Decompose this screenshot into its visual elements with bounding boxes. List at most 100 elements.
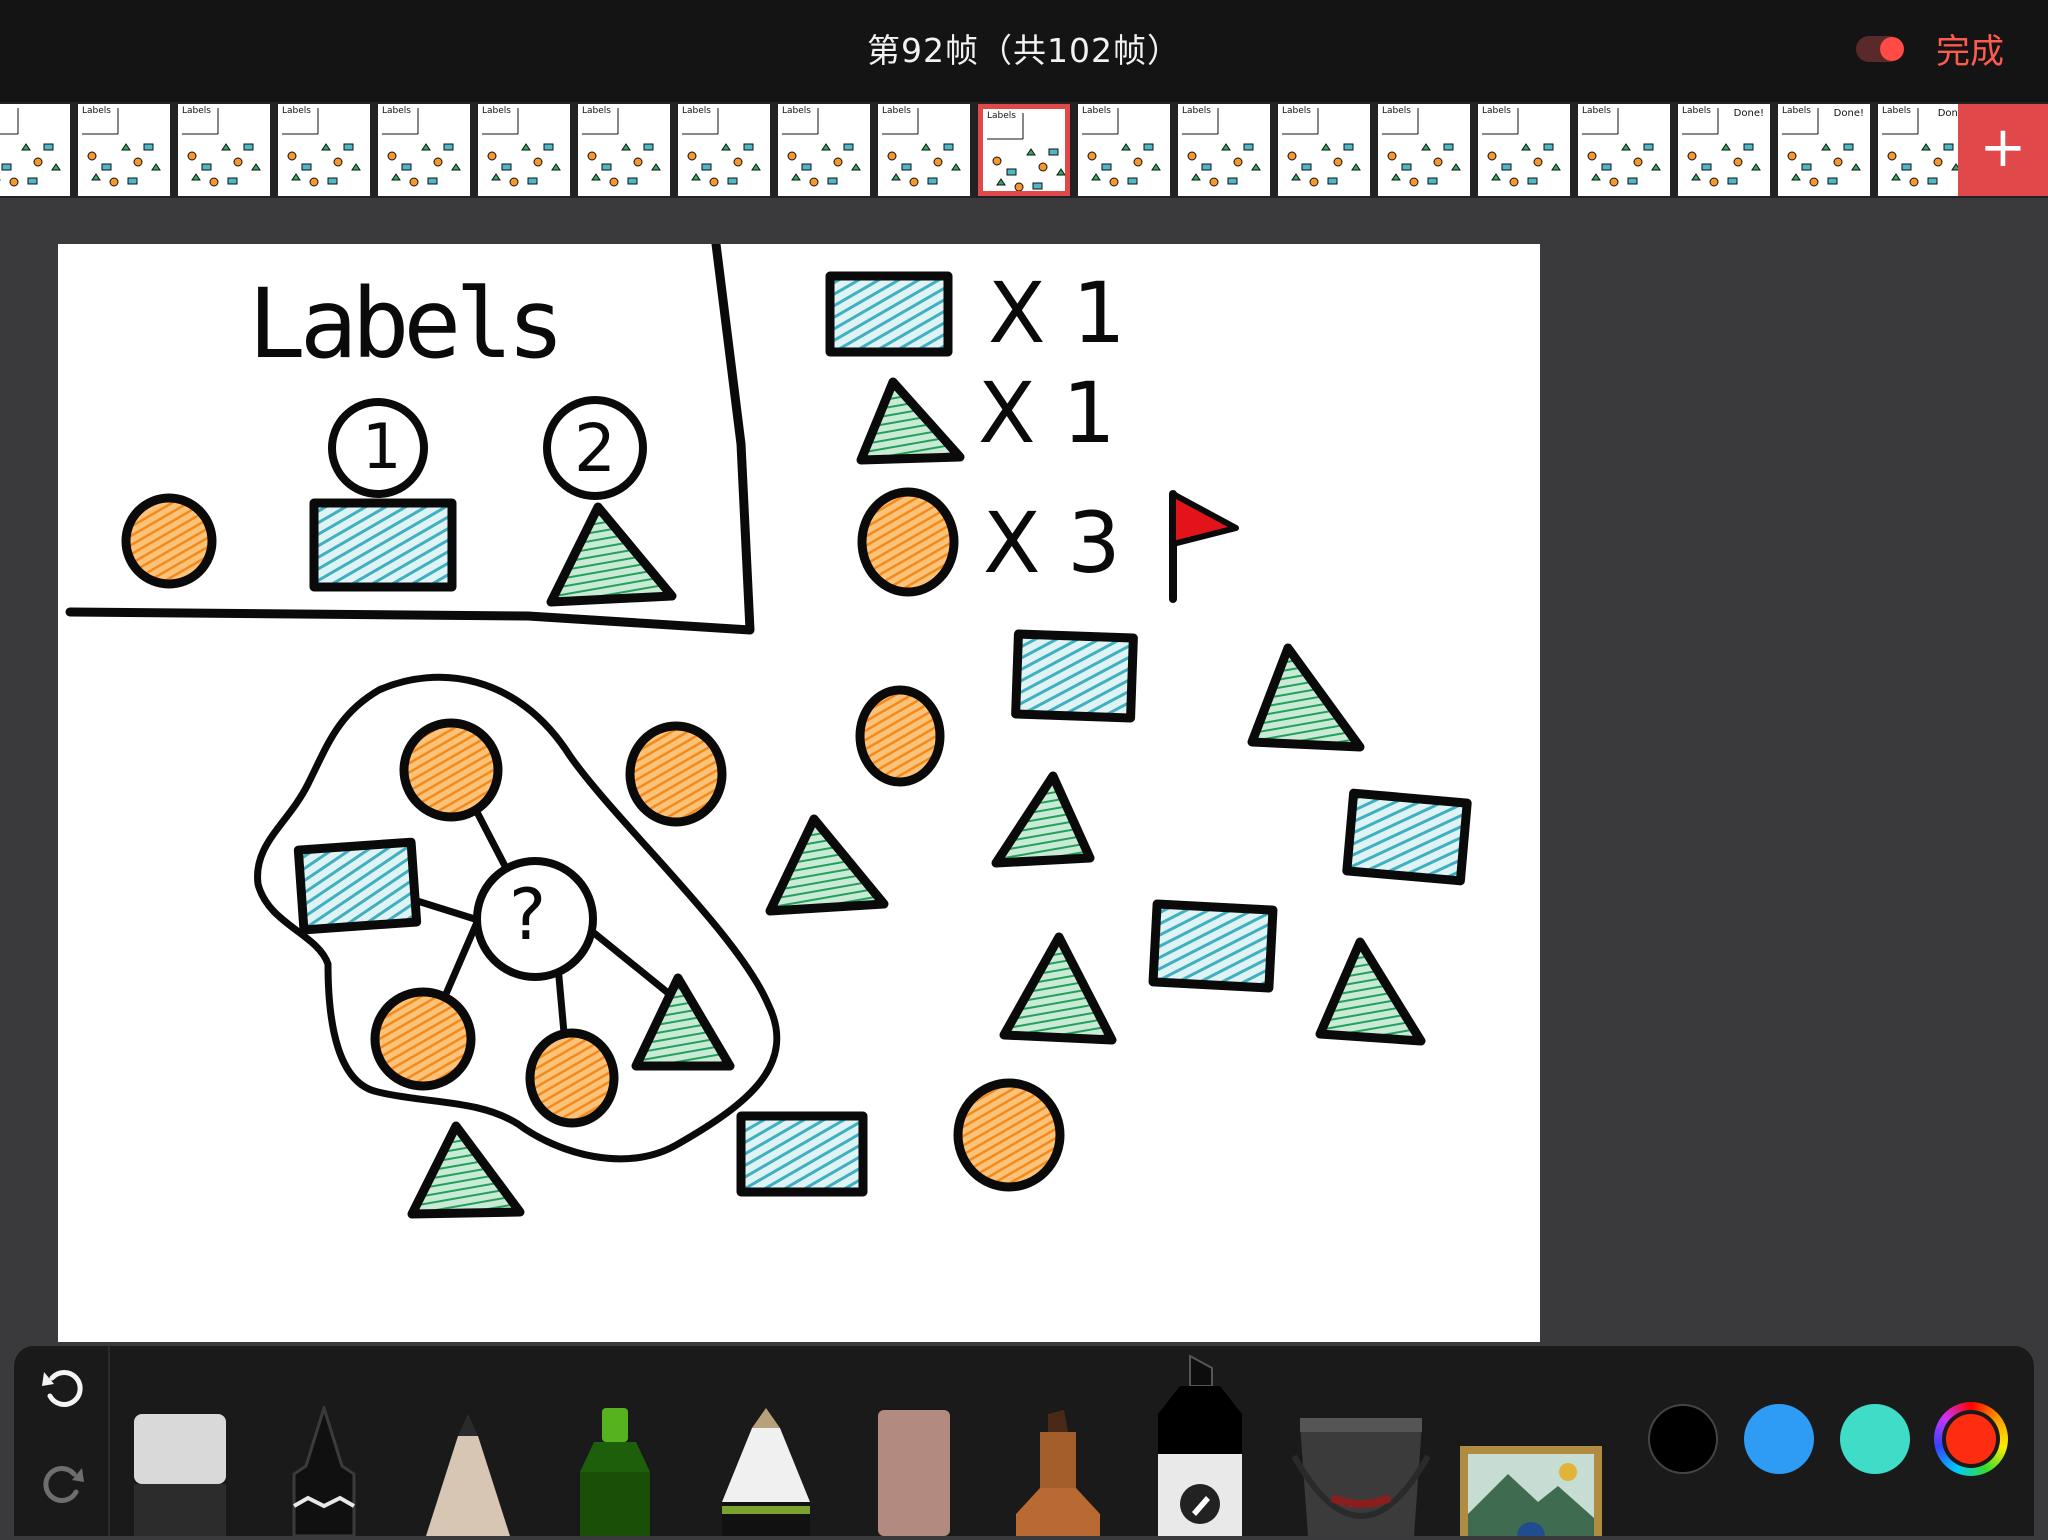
smudge-tool[interactable]: [1010, 1406, 1106, 1536]
toggle-knob: [1880, 37, 1904, 61]
ink-tool[interactable]: [1146, 1354, 1254, 1536]
pencil-icon: [426, 1414, 510, 1536]
crayon-tool[interactable]: [718, 1406, 814, 1536]
thumbnail-label: Labels: [782, 106, 811, 116]
undo-icon: [42, 1369, 83, 1407]
toolbar-divider: [108, 1346, 110, 1536]
thumbnail-preview: [482, 108, 561, 187]
thumbnail-preview: [1082, 108, 1161, 187]
color-swatch-black[interactable]: [1648, 1404, 1718, 1474]
image-icon: [1460, 1446, 1602, 1540]
thumbnail-preview: [82, 108, 161, 187]
thumbnail-label: Labels: [1582, 106, 1611, 116]
marker-tool[interactable]: [570, 1406, 660, 1536]
pen-tool[interactable]: [280, 1402, 368, 1538]
ink-icon: [1158, 1354, 1242, 1536]
label-one: 1: [362, 410, 402, 483]
count-rectangle: X 1: [988, 264, 1126, 362]
top-bar: 第92帧（共102帧） 完成: [0, 0, 2048, 102]
thumbnail-label: Labels: [1282, 106, 1311, 116]
thumbnail-label: Labels: [282, 106, 311, 116]
thumbnail-preview: [1382, 108, 1461, 187]
thumbnail-preview: [882, 108, 961, 187]
thumbnail-label: Labels: [1482, 106, 1511, 116]
thumbnail-label: Labels: [682, 106, 711, 116]
drawing-toolbar: [14, 1346, 2034, 1540]
thumbnail-label: Labels: [987, 111, 1016, 121]
brush-tool[interactable]: [876, 1408, 952, 1536]
onion-skin-toggle[interactable]: [1856, 36, 1904, 62]
frame-thumbnail[interactable]: Labels: [478, 104, 570, 196]
frame-thumbnail[interactable]: Labels: [878, 104, 970, 196]
count-circle: X 3: [983, 494, 1121, 592]
frame-thumbnail[interactable]: Labels: [378, 104, 470, 196]
frame-thumbnail[interactable]: Labels: [1178, 104, 1270, 196]
frame-thumbnail[interactable]: Labels: [1578, 104, 1670, 196]
frame-thumbnail[interactable]: Labels: [578, 104, 670, 196]
frame-thumbnail[interactable]: Labels Done: [1878, 104, 1970, 196]
bucket-icon: [1291, 1418, 1431, 1536]
brush-icon: [878, 1410, 950, 1536]
crayon-icon: [722, 1408, 810, 1536]
unknown-node-label: ?: [509, 874, 547, 956]
count-triangle: X 1: [978, 364, 1116, 462]
thumbnail-preview: [382, 108, 461, 187]
frame-thumbnail[interactable]: Labels: [1378, 104, 1470, 196]
thumbnail-label: Labels: [1882, 106, 1911, 116]
thumbnail-label: Labels: [582, 106, 611, 116]
thumbnail-preview: [987, 113, 1065, 191]
frame-filmstrip[interactable]: Labels Labels Labels Labels Labels Labels Labe…: [0, 102, 2048, 198]
thumbnail-label: Labels: [82, 106, 111, 116]
thumbnail-label: Labels: [1182, 106, 1211, 116]
image-tool[interactable]: [1458, 1444, 1604, 1540]
thumbnail-preview: [0, 108, 61, 187]
frame-thumbnail[interactable]: Labels: [778, 104, 870, 196]
frame-counter-title: 第92帧（共102帧）: [867, 31, 1181, 70]
fill-tool[interactable]: [1286, 1416, 1436, 1536]
redo-button[interactable]: [38, 1460, 88, 1510]
frame-thumbnail[interactable]: Labels: [78, 104, 170, 196]
done-button[interactable]: 完成: [1936, 24, 2004, 73]
thumbnail-label: Labels: [382, 106, 411, 116]
thumbnail-preview: [282, 108, 361, 187]
frame-thumbnail[interactable]: Labels: [1478, 104, 1570, 196]
add-frame-button[interactable]: +: [1958, 104, 2048, 196]
drawing-strokes: [65, 244, 1472, 1219]
thumbnail-preview: [782, 108, 861, 187]
eraser-icon: [134, 1414, 226, 1536]
smudge-icon: [1016, 1410, 1100, 1536]
thumbnail-preview: [1482, 108, 1561, 187]
color-swatch-blue[interactable]: [1744, 1404, 1814, 1474]
thumbnail-preview: [1582, 108, 1661, 187]
frame-thumbnail[interactable]: Labels Done!: [1678, 104, 1770, 196]
frame-thumbnail[interactable]: Labels: [678, 104, 770, 196]
thumbnail-label: Labels: [482, 106, 511, 116]
thumbnail-label: Labels: [1682, 106, 1711, 116]
color-picker-button[interactable]: [1934, 1402, 2008, 1476]
pencil-tool[interactable]: [422, 1412, 514, 1536]
label-two: 2: [574, 410, 616, 487]
color-swatch-teal[interactable]: [1840, 1404, 1910, 1474]
thumbnail-label: Labels: [882, 106, 911, 116]
eraser-tool[interactable]: [132, 1412, 228, 1536]
thumbnail-overlay-text: Done!: [1733, 108, 1764, 119]
frame-thumbnail[interactable]: Labels: [978, 104, 1070, 196]
thumbnail-label: Labels: [1382, 106, 1411, 116]
thumbnail-preview: [1182, 108, 1261, 187]
marker-icon: [580, 1408, 650, 1536]
thumbnail-label: Labels: [182, 106, 211, 116]
thumbnail-preview: [582, 108, 661, 187]
redo-icon: [43, 1465, 84, 1503]
frame-thumbnail[interactable]: Labels: [178, 104, 270, 196]
frame-thumbnail[interactable]: Labels Done!: [1778, 104, 1870, 196]
frame-thumbnail[interactable]: Labels: [1278, 104, 1370, 196]
pen-icon: [292, 1402, 356, 1538]
thumbnail-label: Labels: [1082, 106, 1111, 116]
frame-thumbnail[interactable]: Labels: [278, 104, 370, 196]
undo-button[interactable]: [38, 1364, 88, 1414]
frame-thumbnail[interactable]: [0, 104, 70, 196]
current-color: [1946, 1414, 1996, 1464]
thumbnail-preview: [1282, 108, 1361, 187]
drawing-canvas[interactable]: Labels 1 2 X 1 X 1 X 3 ?: [58, 244, 1540, 1342]
frame-thumbnail[interactable]: Labels: [1078, 104, 1170, 196]
